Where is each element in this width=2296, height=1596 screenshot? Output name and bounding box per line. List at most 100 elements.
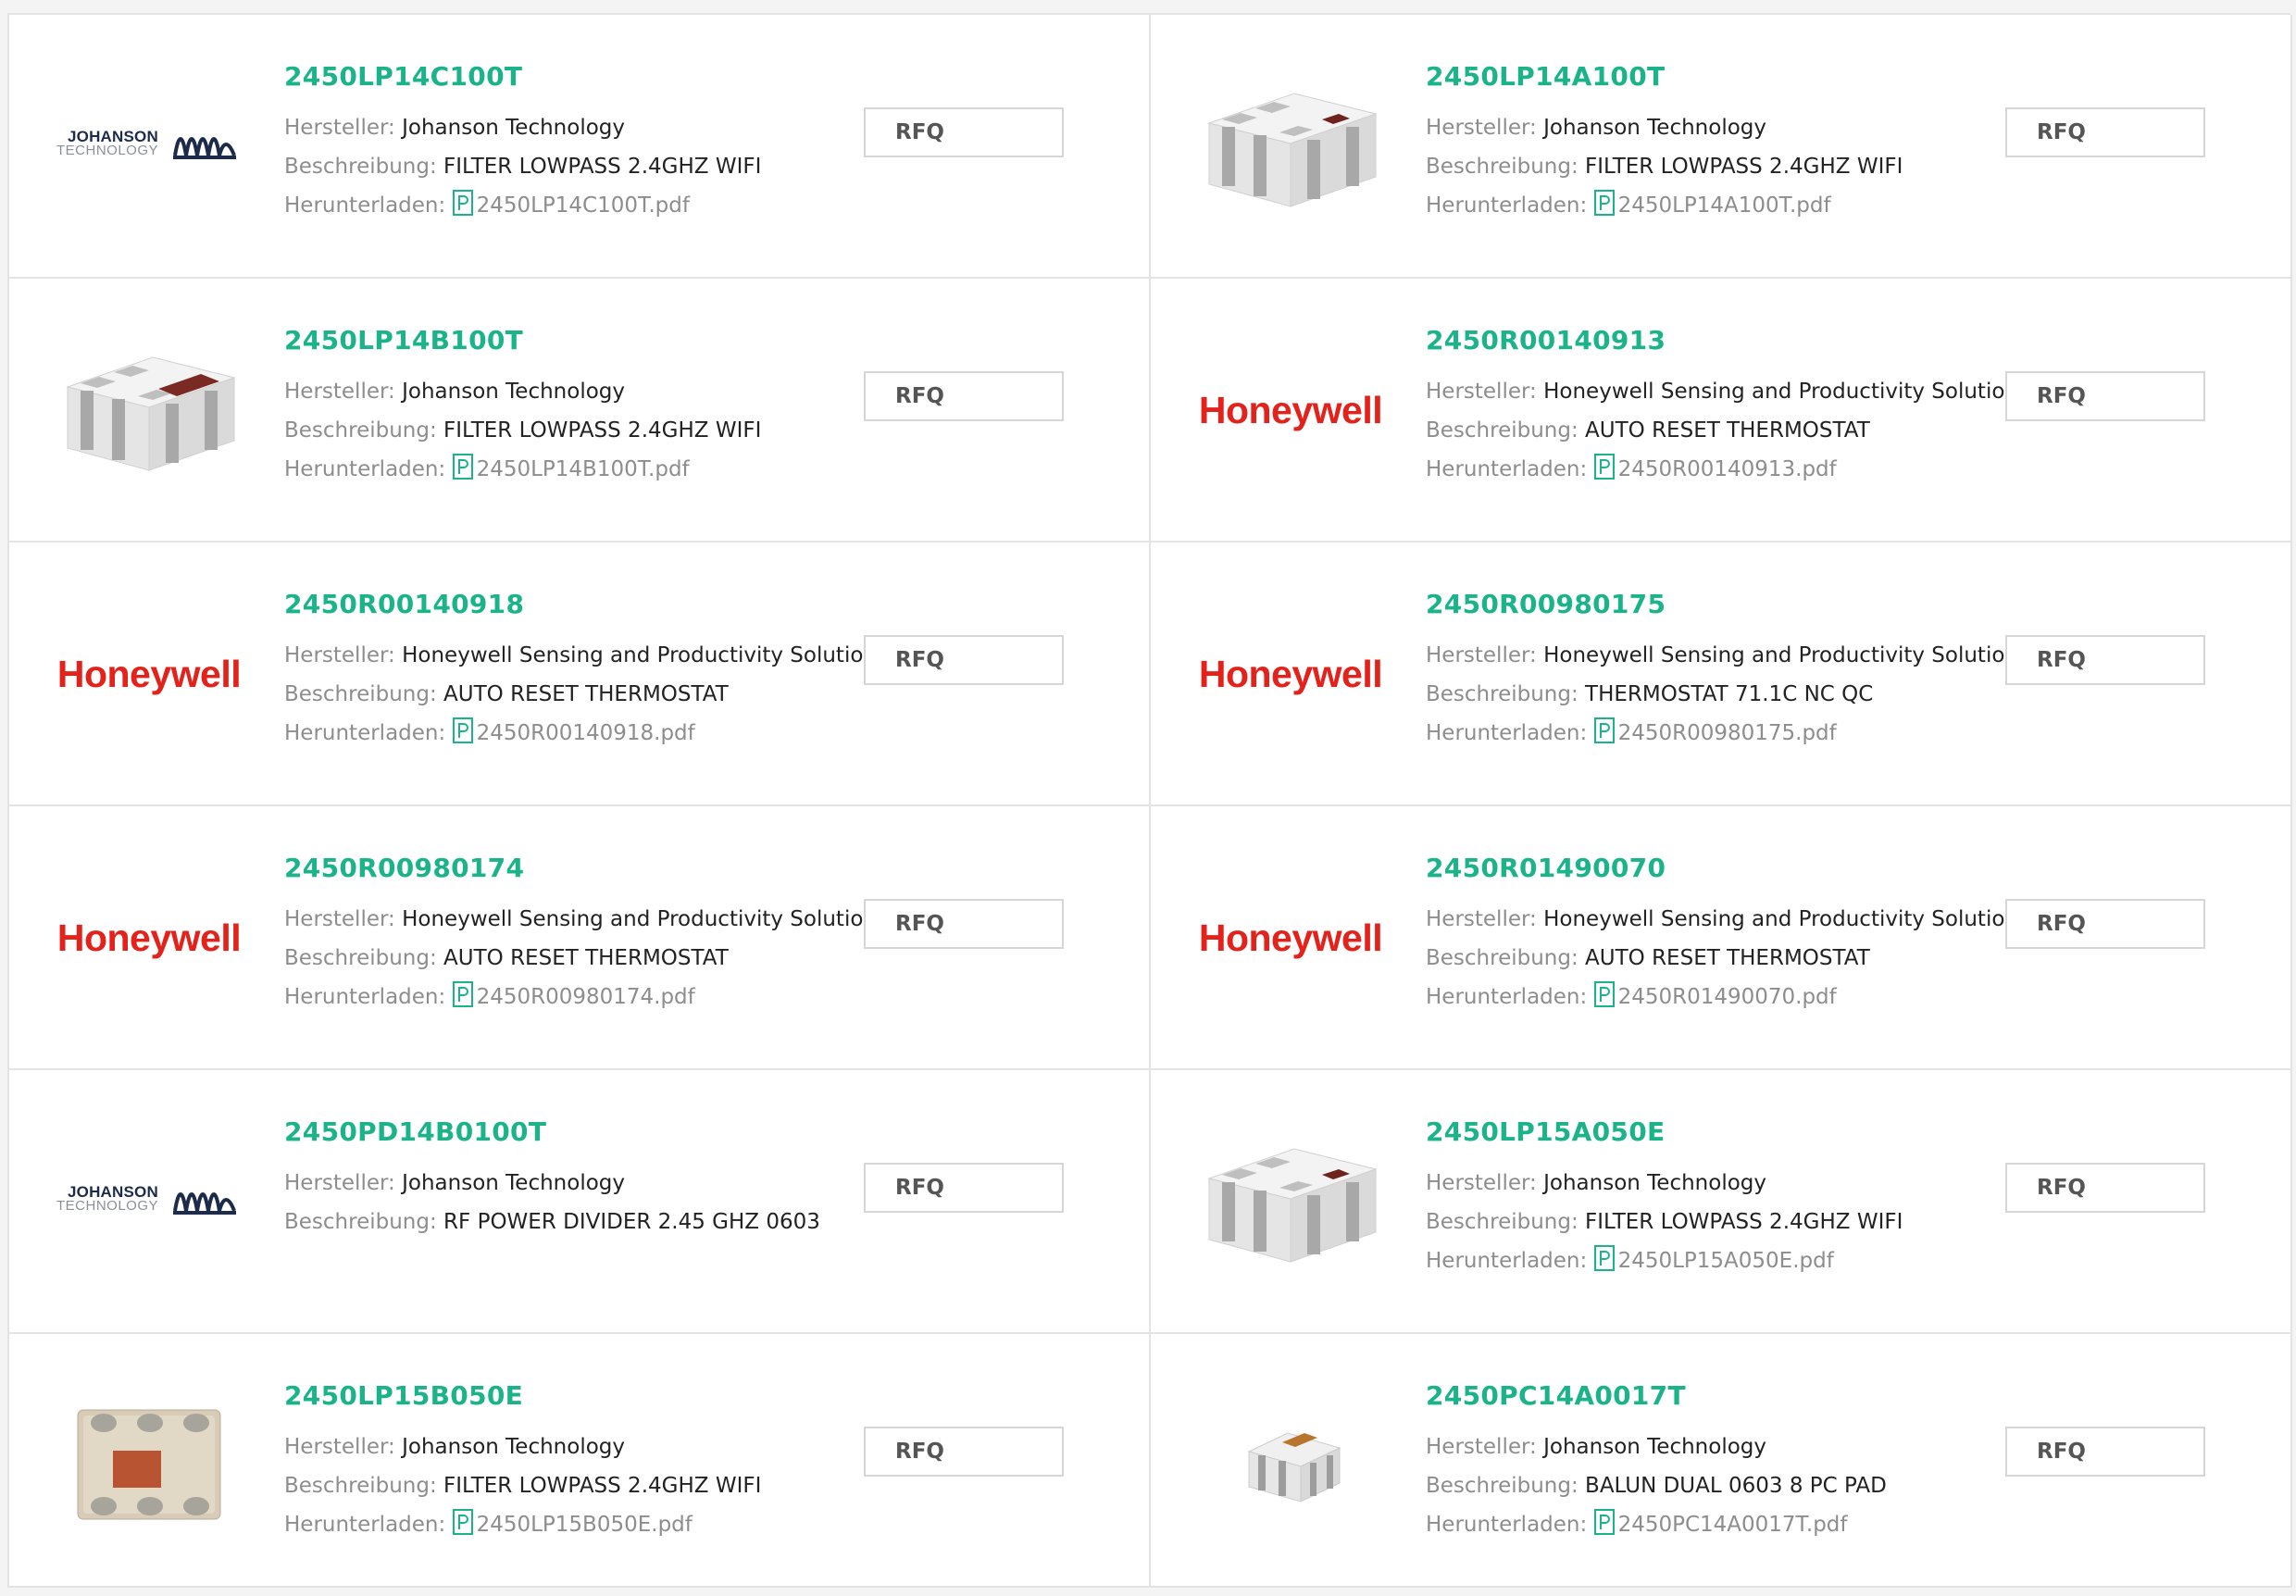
datasheet-filename: 2450R00140913.pdf	[1617, 457, 1837, 481]
description-value: FILTER LOWPASS 2.4GHZ WIFI	[443, 1474, 762, 1498]
description-label: Beschreibung:	[284, 418, 437, 443]
manufacturer-row: Hersteller: Johanson Technology	[284, 1164, 858, 1203]
manufacturer-value: Johanson Technology	[1543, 1171, 1766, 1195]
product-image[interactable]: Honeywell	[56, 845, 242, 1030]
johanson-logo: JOHANSON TECHNOLOGY	[56, 1183, 242, 1220]
description-value: AUTO RESET THERMOSTAT	[443, 682, 729, 706]
pdf-icon	[1593, 1509, 1615, 1535]
datasheet-link[interactable]: 2450LP15B050E.pdf	[452, 1509, 693, 1537]
product-card: 2450LP15B050E Hersteller: Johanson Techn…	[9, 1334, 1151, 1588]
description-row: Beschreibung: AUTO RESET THERMOSTAT	[284, 939, 858, 978]
part-number-link[interactable]: 2450R00980174	[284, 853, 858, 883]
product-image[interactable]: JOHANSON TECHNOLOGY	[56, 54, 242, 239]
part-number-link[interactable]: 2450R00980175	[1426, 589, 2000, 619]
description-row: Beschreibung: RF POWER DIVIDER 2.45 GHZ …	[284, 1203, 858, 1241]
manufacturer-value: Johanson Technology	[402, 380, 625, 404]
rfq-button[interactable]: RFQ	[864, 635, 1064, 685]
product-info: 2450R00140913 Hersteller: Honeywell Sens…	[1426, 325, 2029, 489]
rfq-button[interactable]: RFQ	[2005, 107, 2205, 157]
description-row: Beschreibung: THERMOSTAT 71.1C NC QC	[1426, 675, 2000, 714]
product-info: 2450LP14C100T Hersteller: Johanson Techn…	[284, 61, 858, 225]
product-image[interactable]: JOHANSON TECHNOLOGY	[56, 1109, 242, 1294]
chip-filter-image	[1207, 93, 1378, 207]
datasheet-link[interactable]: 2450R01490070.pdf	[1593, 981, 1837, 1009]
description-row: Beschreibung: AUTO RESET THERMOSTAT	[1426, 939, 2000, 978]
datasheet-link[interactable]: 2450LP14A100T.pdf	[1593, 190, 1831, 218]
rfq-button[interactable]: RFQ	[864, 107, 1064, 157]
product-image[interactable]	[1198, 1109, 1383, 1294]
part-number-link[interactable]: 2450LP14B100T	[284, 325, 858, 355]
datasheet-link[interactable]: 2450LP14C100T.pdf	[452, 190, 690, 218]
download-label: Herunterladen:	[1426, 721, 1588, 745]
description-value: FILTER LOWPASS 2.4GHZ WIFI	[1585, 155, 1903, 179]
description-value: BALUN DUAL 0603 8 PC PAD	[1585, 1474, 1887, 1498]
part-number-link[interactable]: 2450LP14C100T	[284, 61, 858, 92]
manufacturer-row: Hersteller: Honeywell Sensing and Produc…	[1426, 900, 2029, 939]
download-row: Herunterladen: 2450PC14A0017T.pdf	[1426, 1505, 2000, 1544]
description-label: Beschreibung:	[1426, 682, 1578, 706]
description-value: THERMOSTAT 71.1C NC QC	[1585, 682, 1874, 706]
datasheet-filename: 2450LP15A050E.pdf	[1617, 1249, 1834, 1273]
datasheet-filename: 2450LP15B050E.pdf	[476, 1513, 693, 1537]
product-image[interactable]	[56, 318, 242, 503]
manufacturer-label: Hersteller:	[1426, 643, 1537, 667]
manufacturer-label: Hersteller:	[1426, 116, 1537, 140]
datasheet-link[interactable]: 2450PC14A0017T.pdf	[1593, 1509, 1848, 1537]
description-label: Beschreibung:	[284, 682, 437, 706]
download-label: Herunterladen:	[284, 1513, 446, 1537]
part-number-link[interactable]: 2450R01490070	[1426, 853, 2000, 883]
manufacturer-label: Hersteller:	[284, 643, 395, 667]
datasheet-link[interactable]: 2450R00980174.pdf	[452, 981, 695, 1009]
manufacturer-row: Hersteller: Johanson Technology	[1426, 108, 2000, 147]
product-image[interactable]	[56, 1373, 242, 1558]
download-row: Herunterladen: 2450R01490070.pdf	[1426, 978, 2000, 1016]
description-label: Beschreibung:	[1426, 946, 1578, 970]
rfq-button[interactable]: RFQ	[864, 899, 1064, 949]
product-info: 2450LP14B100T Hersteller: Johanson Techn…	[284, 325, 858, 489]
product-card: Honeywell 2450R00980175 Hersteller: Hone…	[1151, 542, 2292, 806]
product-image[interactable]: Honeywell	[1198, 845, 1383, 1030]
description-value: AUTO RESET THERMOSTAT	[443, 946, 729, 970]
datasheet-link[interactable]: 2450LP15A050E.pdf	[1593, 1245, 1834, 1273]
part-number-link[interactable]: 2450LP15A050E	[1426, 1116, 2000, 1147]
part-number-link[interactable]: 2450R00140913	[1426, 325, 2000, 355]
download-label: Herunterladen:	[284, 985, 446, 1009]
datasheet-filename: 2450LP14C100T.pdf	[476, 193, 690, 218]
part-number-link[interactable]: 2450LP14A100T	[1426, 61, 2000, 92]
part-number-link[interactable]: 2450R00140918	[284, 589, 858, 619]
part-number-link[interactable]: 2450LP15B050E	[284, 1380, 858, 1411]
manufacturer-label: Hersteller:	[1426, 1435, 1537, 1459]
manufacturer-value: Johanson Technology	[1543, 1435, 1766, 1459]
product-image[interactable]	[1198, 1373, 1383, 1558]
product-info: 2450R01490070 Hersteller: Honeywell Sens…	[1426, 853, 2029, 1016]
rfq-button[interactable]: RFQ	[864, 1427, 1064, 1477]
rfq-button[interactable]: RFQ	[2005, 635, 2205, 685]
datasheet-link[interactable]: 2450R00140918.pdf	[452, 717, 695, 745]
download-row: Herunterladen: 2450R00140918.pdf	[284, 714, 858, 753]
product-image[interactable]: Honeywell	[1198, 318, 1383, 503]
datasheet-link[interactable]: 2450R00980175.pdf	[1593, 717, 1837, 745]
description-label: Beschreibung:	[284, 946, 437, 970]
product-card: 2450LP14A100T Hersteller: Johanson Techn…	[1151, 15, 2292, 279]
download-row: Herunterladen: 2450R00980174.pdf	[284, 978, 858, 1016]
rfq-button[interactable]: RFQ	[2005, 371, 2205, 421]
rfq-button[interactable]: RFQ	[864, 371, 1064, 421]
rfq-button[interactable]: RFQ	[2005, 1163, 2205, 1213]
datasheet-filename: 2450R01490070.pdf	[1617, 985, 1837, 1009]
part-number-link[interactable]: 2450PD14B0100T	[284, 1116, 858, 1147]
product-info: 2450PC14A0017T Hersteller: Johanson Tech…	[1426, 1380, 2000, 1544]
datasheet-link[interactable]: 2450R00140913.pdf	[1593, 454, 1837, 481]
chip-filter-image	[1207, 1148, 1378, 1263]
product-image[interactable]: Honeywell	[1198, 581, 1383, 767]
pdf-icon	[1593, 1245, 1615, 1271]
description-row: Beschreibung: FILTER LOWPASS 2.4GHZ WIFI	[1426, 1203, 2000, 1241]
manufacturer-label: Hersteller:	[284, 1435, 395, 1459]
rfq-button[interactable]: RFQ	[864, 1163, 1064, 1213]
datasheet-link[interactable]: 2450LP14B100T.pdf	[452, 454, 690, 481]
product-image[interactable]: Honeywell	[56, 581, 242, 767]
product-image[interactable]	[1198, 54, 1383, 239]
rfq-button[interactable]: RFQ	[2005, 899, 2205, 949]
part-number-link[interactable]: 2450PC14A0017T	[1426, 1380, 2000, 1411]
rfq-button[interactable]: RFQ	[2005, 1427, 2205, 1477]
manufacturer-value: Honeywell Sensing and Productivity Solut…	[1543, 380, 2029, 404]
